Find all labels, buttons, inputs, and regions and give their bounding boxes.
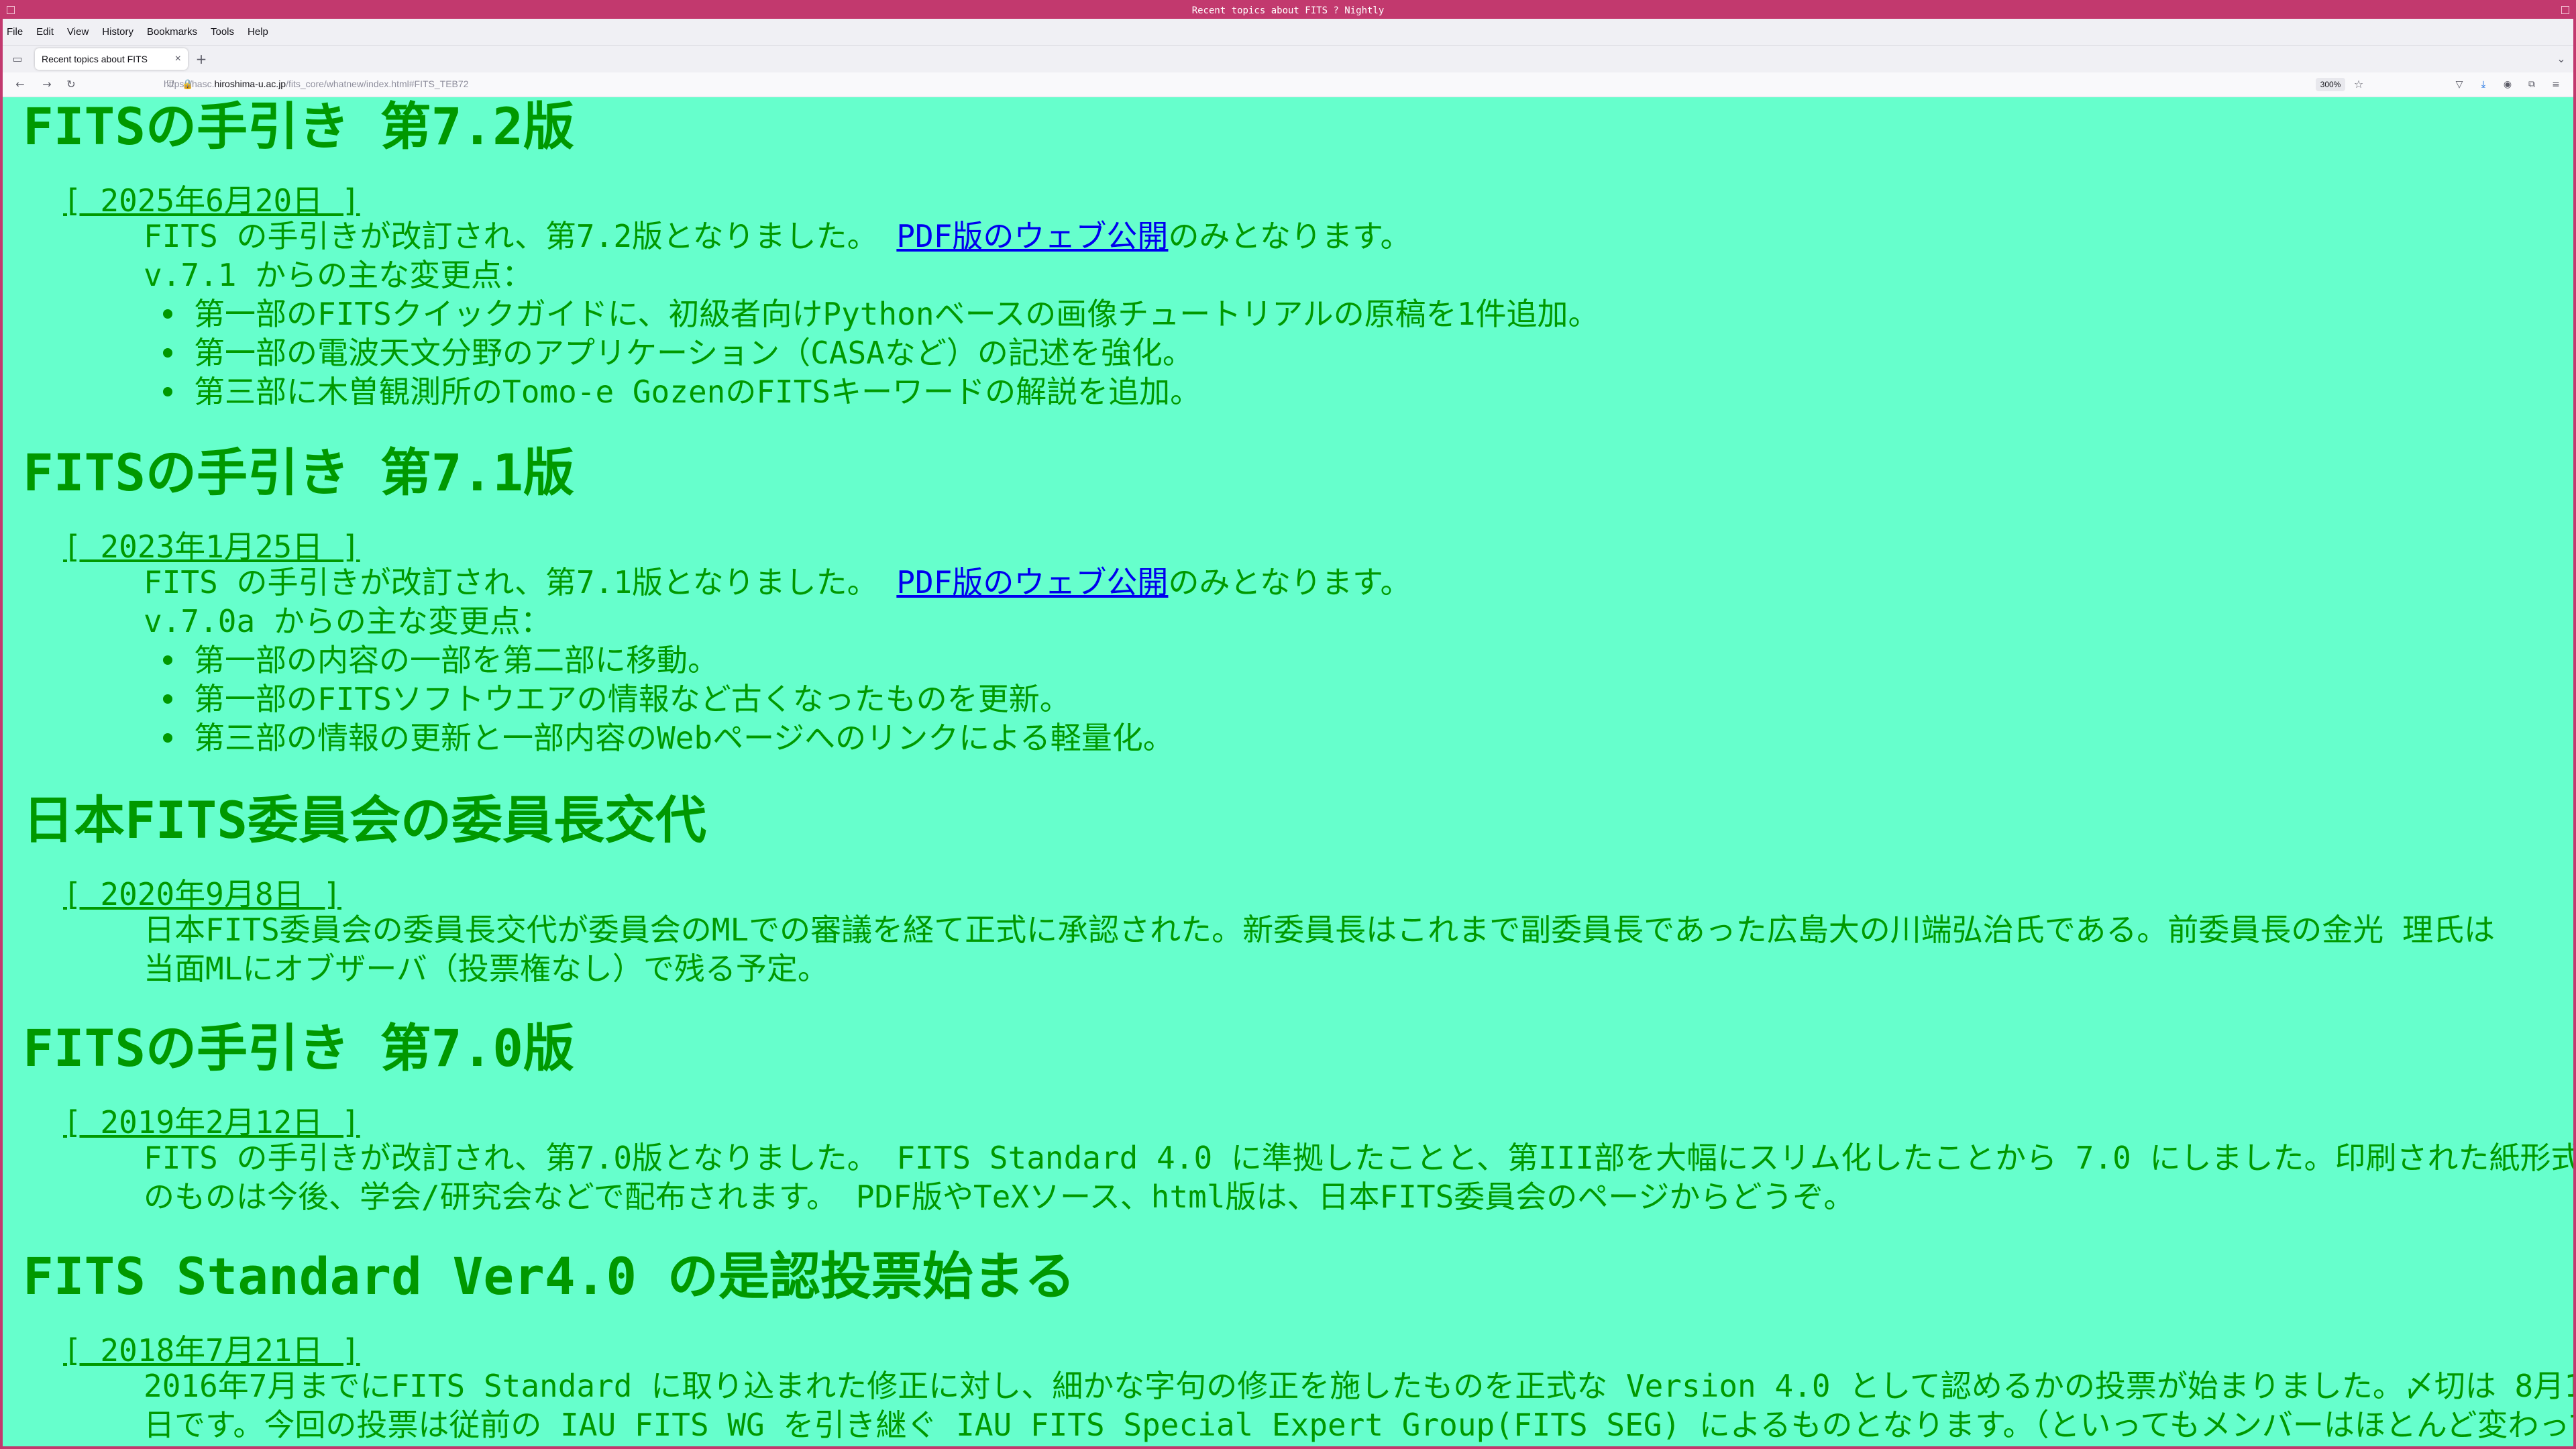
section-paragraph-line: FITS の手引きが改訂され、第7.0版となりました。 FITS Standar… (144, 1140, 2573, 1176)
window-menu-icon[interactable] (7, 6, 15, 14)
pdf-web-link[interactable]: PDF版のウェブ公開 (896, 218, 1168, 254)
new-tab-icon[interactable]: + (193, 51, 209, 67)
paragraph-text: FITS の手引きが改訂され、第7.2版となりました。 (144, 218, 897, 254)
zoom-level-badge[interactable]: 300% (2316, 78, 2345, 91)
list-item: 第一部のFITSソフトウエアの情報など古くなったものを更新。 (163, 681, 1071, 717)
menu-edit[interactable]: Edit (36, 26, 54, 38)
page-content: FITSの手引き 第7.2版 [ 2025年6月20日 ] FITS の手引きが… (3, 97, 2573, 1446)
section-heading: FITSの手引き 第7.1版 (23, 443, 575, 502)
downloads-icon[interactable]: ⤓ (2475, 76, 2491, 93)
list-item: 第三部に木曽観測所のTomo-e GozenのFITSキーワードの解説を追加。 (162, 374, 1201, 410)
paragraph-text: FITS の手引きが改訂され、第7.1版となりました。 (144, 564, 897, 600)
pdf-web-link[interactable]: PDF版のウェブ公開 (896, 564, 1168, 600)
window-titlebar: Recent topics about FITS ? Nightly (3, 3, 2573, 19)
url-bar[interactable]: https://hasc.hiroshima-u.ac.jp/fits_core… (164, 74, 2377, 94)
extensions-icon[interactable]: ⧉ (2524, 76, 2540, 93)
pocket-icon[interactable]: ▽ (2451, 76, 2467, 93)
menu-help[interactable]: Help (248, 26, 268, 38)
list-item: 第一部の電波天文分野のアプリケーション（CASAなど）の記述を強化。 (163, 335, 1193, 371)
changes-label: v.7.1 からの主な変更点： (144, 257, 533, 293)
menu-history[interactable]: History (102, 26, 133, 38)
section-date: [ 2023年1月25日 ] (63, 529, 360, 565)
menu-tools[interactable]: Tools (211, 26, 234, 38)
paragraph-text: のみとなります。 (1168, 564, 1411, 600)
tab-title: Recent topics about FITS (42, 54, 148, 64)
tab-active[interactable]: Recent topics about FITS × (35, 48, 188, 70)
section-paragraph-line: 2016年7月までにFITS Standard に取り込まれた修正に対し、細かな… (144, 1368, 2573, 1404)
menu-bar: File Edit View History Bookmarks Tools H… (3, 19, 2573, 46)
section-heading: FITSの手引き 第7.0版 (23, 1018, 575, 1078)
section-paragraph-line: のものは今後、学会/研究会などで配布されます。 PDF版やTeXソース、html… (144, 1179, 1855, 1215)
tab-bar: ▭ Recent topics about FITS × + ⌄ (3, 46, 2573, 72)
section-paragraph-line: 当面MLにオブザーバ（投票権なし）で残る予定。 (144, 951, 828, 987)
section-heading: 日本FITS委員会の委員長交代 (23, 790, 707, 850)
list-item: 第一部の内容の一部を第二部に移動。 (163, 642, 718, 678)
menu-file[interactable]: File (7, 26, 23, 38)
changes-label: v.7.0a からの主な変更点： (144, 603, 551, 639)
account-icon[interactable]: ◉ (2500, 76, 2516, 93)
menu-view[interactable]: View (67, 26, 89, 38)
back-icon[interactable]: ← (12, 76, 28, 93)
tab-overview-icon[interactable]: ▭ (9, 51, 25, 67)
section-heading: FITSの手引き 第7.2版 (23, 97, 575, 156)
window-title: Recent topics about FITS ? Nightly (1191, 5, 1385, 16)
window-close-icon[interactable] (2561, 6, 2569, 14)
forward-icon[interactable]: → (39, 76, 55, 93)
section-date: [ 2020年9月8日 ] (63, 876, 341, 912)
url-prefix: https://hasc. (164, 78, 215, 89)
section-paragraph-line: 日本FITS委員会の委員長交代が委員会のMLでの審議を経て正式に承認された。新委… (144, 912, 2495, 948)
section-heading: FITS Standard Ver4.0 の是認投票始まる (23, 1246, 1075, 1306)
url-path: /fits_core/whatnew/index.html#FITS_TEB72 (286, 78, 469, 89)
url-domain: hiroshima-u.ac.jp (214, 78, 286, 89)
reload-icon[interactable]: ↻ (63, 76, 79, 93)
paragraph-text: のみとなります。 (1168, 218, 1411, 254)
list-item: 第三部の情報の更新と一部内容のWebページへのリンクによる軽量化。 (163, 720, 1174, 756)
tab-close-icon[interactable]: × (175, 53, 181, 65)
section-paragraph-line: 日です。今回の投票は従前の IAU FITS WG を引き継ぐ IAU FITS… (144, 1407, 2573, 1443)
section-date: [ 2025年6月20日 ] (63, 182, 360, 219)
tab-list-icon[interactable]: ⌄ (2553, 51, 2569, 67)
section-paragraph: FITS の手引きが改訂され、第7.1版となりました。 PDF版のウェブ公開のみ… (144, 563, 1411, 602)
list-item: 第一部のFITSクイックガイドに、初級者向けPythonベースの画像チュートリア… (163, 296, 1599, 332)
section-date: [ 2019年2月12日 ] (63, 1104, 360, 1140)
browser-window: Recent topics about FITS ? Nightly File … (3, 3, 2573, 1446)
app-menu-icon[interactable]: ≡ (2548, 76, 2564, 93)
section-date: [ 2018年7月21日 ] (63, 1332, 360, 1368)
menu-bookmarks[interactable]: Bookmarks (147, 26, 197, 38)
section-paragraph: FITS の手引きが改訂され、第7.2版となりました。 PDF版のウェブ公開のみ… (144, 217, 1411, 256)
